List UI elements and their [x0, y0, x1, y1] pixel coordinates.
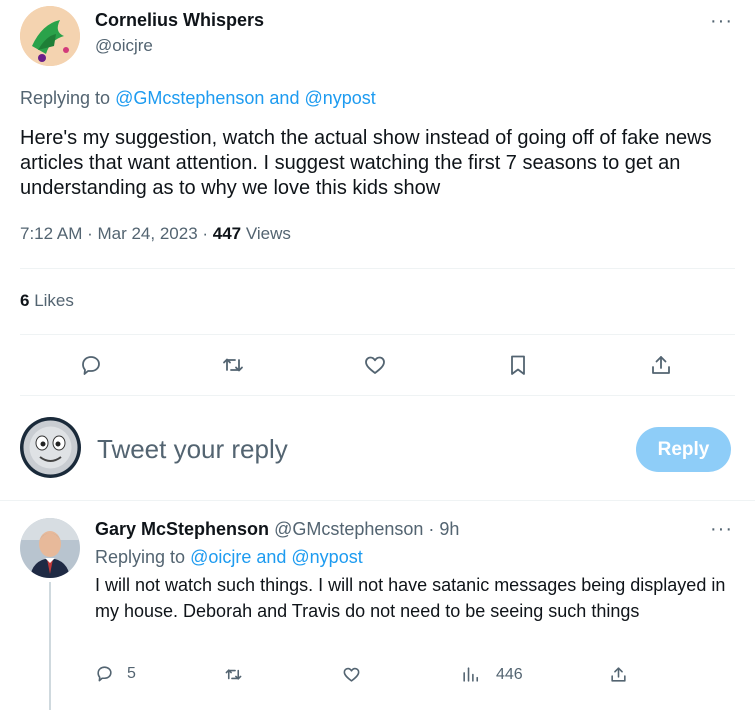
like-button[interactable]: [358, 348, 392, 382]
like-icon: [343, 667, 360, 682]
reply-tweet-views-button[interactable]: 446: [461, 665, 523, 684]
divider: [20, 268, 735, 269]
divider: [20, 395, 735, 396]
reply-tweet-retweet-button[interactable]: [224, 665, 243, 684]
reply-tweet-reply-button[interactable]: 5: [95, 664, 136, 683]
reply-replying-to-line: Replying to @oicjre and @nypost: [95, 547, 363, 568]
divider: [0, 500, 755, 501]
replying-to-line: Replying to @GMcstephenson and @nypost: [20, 88, 376, 109]
thread-connector-line: [49, 582, 51, 710]
reply-tweet-text: I will not watch such things. I will not…: [95, 575, 726, 621]
tweet-meta: 7:12 AM · Mar 24, 2023 · 447 Views: [20, 224, 291, 244]
reply-author-handle-time[interactable]: @GMcstephenson · 9h: [274, 519, 459, 539]
reply-tweet-share-button[interactable]: [609, 665, 628, 684]
author-avatar[interactable]: [20, 6, 80, 66]
likes-label: Likes: [29, 291, 74, 310]
reply-input[interactable]: Tweet your reply: [97, 434, 288, 465]
share-button[interactable]: [644, 348, 678, 382]
retweet-icon: [223, 358, 243, 372]
reply-author-display-name[interactable]: Gary McStephenson: [95, 519, 269, 539]
bookmark-button[interactable]: [501, 348, 535, 382]
retweet-icon: [225, 669, 242, 680]
author-handle[interactable]: @oicjre: [95, 36, 153, 56]
reply-replying-to-prefix: Replying to: [95, 547, 186, 567]
reply-icon: [82, 356, 100, 375]
views-count: 447: [212, 224, 242, 243]
reply-author-avatar[interactable]: [20, 518, 80, 578]
divider: [20, 334, 735, 335]
reply-icon: [95, 664, 114, 683]
reply-tweet-like-button[interactable]: [342, 665, 361, 684]
views-icon: [461, 665, 480, 684]
share-icon: [611, 667, 626, 682]
bookmark-icon: [511, 355, 525, 375]
reply-header: Gary McStephenson @GMcstephenson · 9h: [95, 519, 459, 540]
reply-submit-button[interactable]: Reply: [636, 427, 731, 472]
views-label: Views: [241, 224, 291, 243]
reply-more-options-icon[interactable]: ···: [710, 519, 733, 539]
author-display-name[interactable]: Cornelius Whispers: [95, 10, 264, 31]
replying-to-users-link[interactable]: @GMcstephenson and @nypost: [115, 88, 376, 108]
reply-count: 5: [127, 664, 136, 682]
retweet-button[interactable]: [216, 348, 250, 382]
share-icon: [652, 356, 670, 374]
like-icon: [365, 356, 385, 374]
reply-replying-to-users-link[interactable]: @oicjre and @nypost: [190, 547, 363, 567]
likes-stat[interactable]: 6 Likes: [20, 291, 74, 311]
tweet-text: Here's my suggestion, watch the actual s…: [20, 127, 712, 199]
reply-views-count: 446: [496, 665, 523, 683]
current-user-avatar[interactable]: [20, 417, 81, 478]
tweet-timestamp[interactable]: 7:12 AM · Mar 24, 2023 ·: [20, 224, 213, 243]
reply-button[interactable]: [74, 348, 108, 382]
more-options-icon[interactable]: ···: [710, 11, 733, 31]
replying-to-prefix: Replying to: [20, 88, 111, 108]
